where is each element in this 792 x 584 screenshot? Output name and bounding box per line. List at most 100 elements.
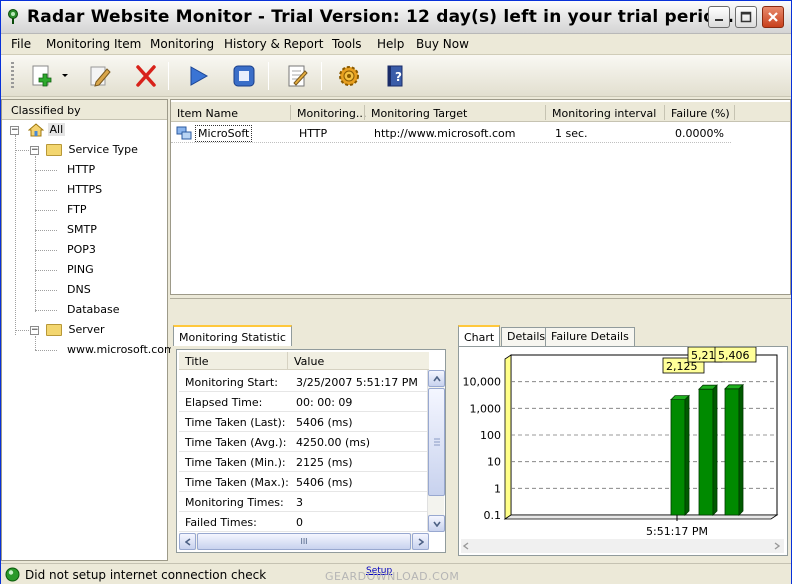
title-bar[interactable]: Radar Website Monitor - Trial Version: 1… [1,1,791,34]
chevron-right-icon [774,542,780,550]
column-title[interactable]: Title [185,355,209,368]
bar [698,388,714,516]
stat-value: 4250.00 (ms) [296,436,371,449]
table-row[interactable]: Time Taken (Avg.): 4250.00 (ms) [179,432,429,452]
tab-details[interactable]: Details [501,327,552,346]
edit-item-button[interactable] [85,61,115,91]
minimize-icon [715,19,723,21]
tree-node-https[interactable]: HTTPS [67,183,102,196]
tab-chart[interactable]: Chart [458,325,501,346]
bar-side [738,383,744,516]
tab-failure-details[interactable]: Failure Details [545,327,635,346]
tree-node-ping[interactable]: PING [67,263,94,276]
stat-value: 00: 00: 09 [296,396,353,409]
menu-file[interactable]: File [11,37,31,51]
table-row[interactable]: MicroSoft HTTP http://www.microsoft.com … [171,123,731,143]
item-type-cell: HTTP [299,127,328,140]
classification-tree-pane: Classified by − All − Service Type HTTP … [1,99,175,561]
menu-history-report[interactable]: History & Report [224,37,323,51]
help-book-icon: ? [387,65,403,87]
column-monitoring-interval[interactable]: Monitoring interval [552,107,656,120]
tree-view[interactable]: − All − Service Type HTTP HTTPS FTP SMTP… [2,120,175,560]
window-title: Radar Website Monitor - Trial Version: 1… [27,7,735,27]
table-row[interactable]: Time Taken (Min.): 2125 (ms) [179,452,429,472]
toolbar-separator [268,62,269,90]
table-row[interactable]: Monitoring Times: 3 [179,492,429,512]
tree-collapse-toggle[interactable]: − [30,326,39,335]
tree-node-ftp[interactable]: FTP [67,203,87,216]
toolbar-grip[interactable] [11,62,14,90]
menu-buy-now[interactable]: Buy Now [416,37,469,51]
scroll-up-button[interactable] [428,370,445,387]
table-row[interactable]: Monitoring Start: 3/25/2007 5:51:17 PM [179,372,429,392]
toolbar-separator [168,62,169,90]
stat-value: 3/25/2007 5:51:17 PM [296,376,418,389]
column-monitoring-target[interactable]: Monitoring Target [371,107,467,120]
tree-node-all[interactable]: All [27,122,66,138]
item-interval-cell: 1 sec. [555,127,588,140]
column-item-name[interactable]: Item Name [177,107,238,120]
horizontal-scrollbar[interactable]: III [179,533,429,550]
tree-node-http[interactable]: HTTP [67,163,95,176]
tree-collapse-toggle[interactable]: − [30,146,39,155]
column-failure[interactable]: Failure (%) [671,107,730,120]
data-label: 5,406 [718,349,750,362]
pane-splitter[interactable] [170,298,791,324]
tree-node-pop3[interactable]: POP3 [67,243,96,256]
tree-node-service-type[interactable]: Service Type [46,143,138,156]
tree-node-server[interactable]: Server [46,323,105,336]
stat-value: 5406 (ms) [296,416,353,429]
bar [670,399,686,516]
menu-help[interactable]: Help [377,37,404,51]
settings-button[interactable] [334,61,364,91]
menu-monitoring[interactable]: Monitoring [150,37,214,51]
add-item-button[interactable] [27,61,57,91]
tree-node-server-label: Server [68,323,105,336]
column-value[interactable]: Value [287,352,324,370]
stat-value: 0 [296,516,303,529]
scroll-thumb[interactable]: III [197,533,411,550]
scroll-left-button[interactable] [179,533,196,550]
stat-value: 5406 (ms) [296,476,353,489]
chevron-left-icon [184,537,190,546]
chart-panel: Chart Details Failure Details 10,000 1,00… [456,323,791,559]
bar-side [712,384,718,516]
stat-title: Failed Times: [185,516,257,529]
radar-app-icon [8,9,18,24]
close-button[interactable] [762,6,784,28]
maximize-button[interactable] [735,6,757,28]
menu-tools[interactable]: Tools [332,37,362,51]
tab-monitoring-statistic[interactable]: Monitoring Statistic [173,325,292,346]
column-monitoring-type[interactable]: Monitoring... [297,107,366,120]
notes-button[interactable] [282,61,312,91]
scroll-down-button[interactable] [428,515,445,532]
table-row[interactable]: Elapsed Time: 00: 00: 09 [179,392,429,412]
add-item-dropdown[interactable] [57,61,73,91]
table-row[interactable]: Time Taken (Max.): 5406 (ms) [179,472,429,492]
help-button[interactable]: ? [380,61,410,91]
chevron-up-icon [432,375,441,381]
stop-monitoring-button[interactable] [229,61,259,91]
menu-monitoring-item[interactable]: Monitoring Item [46,37,141,51]
statistics-grid-header: Title Value [179,352,429,370]
scroll-thumb[interactable] [428,388,445,496]
delete-icon [136,65,156,87]
delete-item-button[interactable] [131,61,161,91]
table-row[interactable]: Failed Times: 0 [179,512,429,532]
tree-node-smtp[interactable]: SMTP [67,223,97,236]
start-monitoring-button[interactable] [183,61,213,91]
tree-node-database[interactable]: Database [67,303,120,316]
maximize-icon [740,11,752,23]
scroll-right-button[interactable] [412,533,429,550]
vertical-scrollbar[interactable] [427,370,445,532]
minimize-button[interactable] [708,6,730,28]
y-tick-label: 100 [480,429,501,442]
bar-side [684,394,690,516]
menu-bar: File Monitoring Item Monitoring History … [1,34,791,55]
folder-icon [46,144,62,156]
tree-node-dns[interactable]: DNS [67,283,91,296]
table-row[interactable]: Time Taken (Last): 5406 (ms) [179,412,429,432]
tree-node-microsoft-server[interactable]: www.microsoft.com [67,343,175,356]
chart-horizontal-scrollbar[interactable] [461,539,784,553]
tree-collapse-toggle[interactable]: − [10,126,19,135]
